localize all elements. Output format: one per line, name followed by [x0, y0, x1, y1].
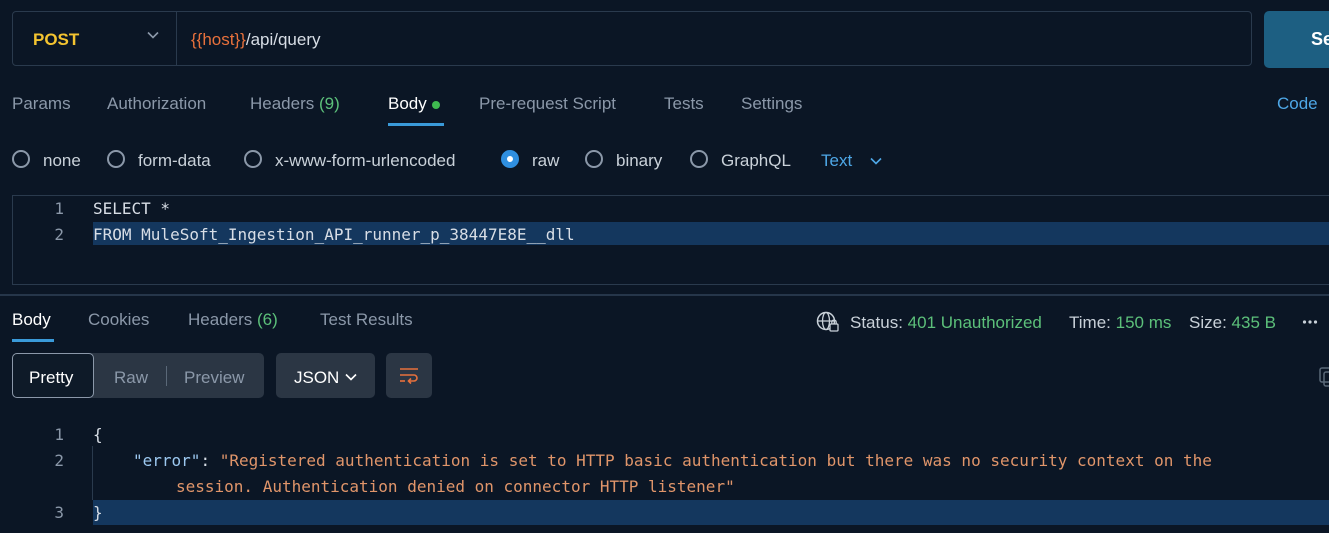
- tab-body[interactable]: Body: [388, 94, 440, 114]
- response-tab-headers[interactable]: Headers (6): [188, 310, 278, 330]
- chevron-down-icon[interactable]: [869, 154, 883, 168]
- tab-params[interactable]: Params: [12, 94, 71, 114]
- editor-line[interactable]: FROM MuleSoft_Ingestion_API_runner_p_384…: [93, 225, 575, 244]
- status-value: 401 Unauthorized: [907, 313, 1042, 332]
- radio-binary[interactable]: [585, 150, 603, 168]
- json-close-brace: }: [93, 503, 103, 522]
- radio-raw-label: raw: [532, 151, 560, 170]
- json-line-error[interactable]: "error": "Registered authentication is s…: [133, 451, 1212, 470]
- radio-urlencoded-label: x-www-form-urlencoded: [275, 151, 456, 170]
- radio-form-data[interactable]: [107, 150, 125, 168]
- radio-graphql[interactable]: [690, 150, 708, 168]
- response-size[interactable]: Size: 435 B: [1189, 313, 1276, 333]
- response-status[interactable]: Status: 401 Unauthorized: [850, 313, 1042, 333]
- response-tab-test-results[interactable]: Test Results: [320, 310, 413, 330]
- json-open-brace: {: [93, 425, 103, 444]
- size-label: Size:: [1189, 313, 1227, 332]
- tab-prerequest-script[interactable]: Pre-request Script: [479, 94, 616, 114]
- more-options-icon[interactable]: [1302, 318, 1318, 326]
- radio-urlencoded[interactable]: [244, 150, 262, 168]
- line-number: 3: [54, 503, 64, 522]
- code-snippet-link[interactable]: Code: [1277, 94, 1318, 114]
- response-tab-cookies[interactable]: Cookies: [88, 310, 149, 330]
- wrap-lines-icon: [400, 368, 418, 385]
- radio-raw[interactable]: [501, 150, 519, 168]
- response-tab-headers-count: (6): [257, 310, 278, 329]
- view-mode-preview-button[interactable]: Preview: [184, 368, 244, 388]
- url-divider: [176, 12, 177, 65]
- current-line-highlight: [93, 500, 1329, 525]
- copy-icon[interactable]: [1316, 366, 1329, 388]
- tab-headers-count: (9): [319, 94, 340, 113]
- radio-binary-label: binary: [616, 151, 663, 170]
- time-value: 150 ms: [1115, 313, 1172, 332]
- format-select-value: JSON: [294, 368, 340, 387]
- globe-lock-icon[interactable]: [816, 311, 840, 333]
- radio-none[interactable]: [12, 150, 30, 168]
- view-mode-raw-button[interactable]: Raw: [114, 368, 148, 388]
- size-value: 435 B: [1231, 313, 1276, 332]
- json-string-value: "Registered authentication is set to HTT…: [219, 451, 1212, 470]
- url-input[interactable]: {{host}}/api/query: [191, 30, 321, 50]
- line-number: 1: [54, 425, 64, 444]
- tab-headers-label: Headers: [250, 94, 315, 113]
- status-label: Status:: [850, 313, 903, 332]
- chevron-down-icon[interactable]: [146, 28, 160, 42]
- url-path: /api/query: [245, 30, 321, 49]
- json-key: "error": [133, 451, 201, 470]
- pane-divider[interactable]: [0, 294, 1329, 296]
- raw-format-value: Text: [821, 151, 853, 170]
- response-tab-body[interactable]: Body: [12, 310, 51, 330]
- send-button-label: Se: [1311, 29, 1329, 49]
- radio-none-label: none: [43, 151, 81, 170]
- time-label: Time:: [1069, 313, 1111, 332]
- radio-graphql-label: GraphQL: [721, 151, 791, 170]
- url-host-variable: {{host}}: [191, 30, 246, 49]
- line-number: 2: [54, 451, 64, 470]
- tab-headers[interactable]: Headers (9): [250, 94, 340, 114]
- tab-body-label: Body: [388, 94, 427, 113]
- response-time[interactable]: Time: 150 ms: [1069, 313, 1171, 333]
- radio-form-data-label: form-data: [138, 151, 211, 170]
- response-tab-headers-label: Headers: [188, 310, 253, 329]
- tab-tests[interactable]: Tests: [664, 94, 704, 114]
- indent-guide: [92, 446, 93, 500]
- pretty-label: Pretty: [29, 368, 74, 387]
- tab-settings[interactable]: Settings: [741, 94, 802, 114]
- segment-separator: [166, 366, 167, 386]
- active-tab-underline: [12, 339, 54, 342]
- method-selector[interactable]: POST: [33, 30, 79, 50]
- editor-line[interactable]: SELECT *: [93, 199, 170, 218]
- tab-authorization[interactable]: Authorization: [107, 94, 206, 114]
- chevron-down-icon[interactable]: [344, 370, 358, 384]
- json-colon: :: [200, 451, 220, 470]
- raw-format-select[interactable]: Text: [821, 151, 852, 171]
- json-string-continuation: session. Authentication denied on connec…: [176, 477, 735, 496]
- line-number: 2: [54, 225, 64, 244]
- body-modified-dot: [431, 100, 440, 109]
- active-tab-underline: [388, 123, 444, 126]
- line-number: 1: [54, 199, 64, 218]
